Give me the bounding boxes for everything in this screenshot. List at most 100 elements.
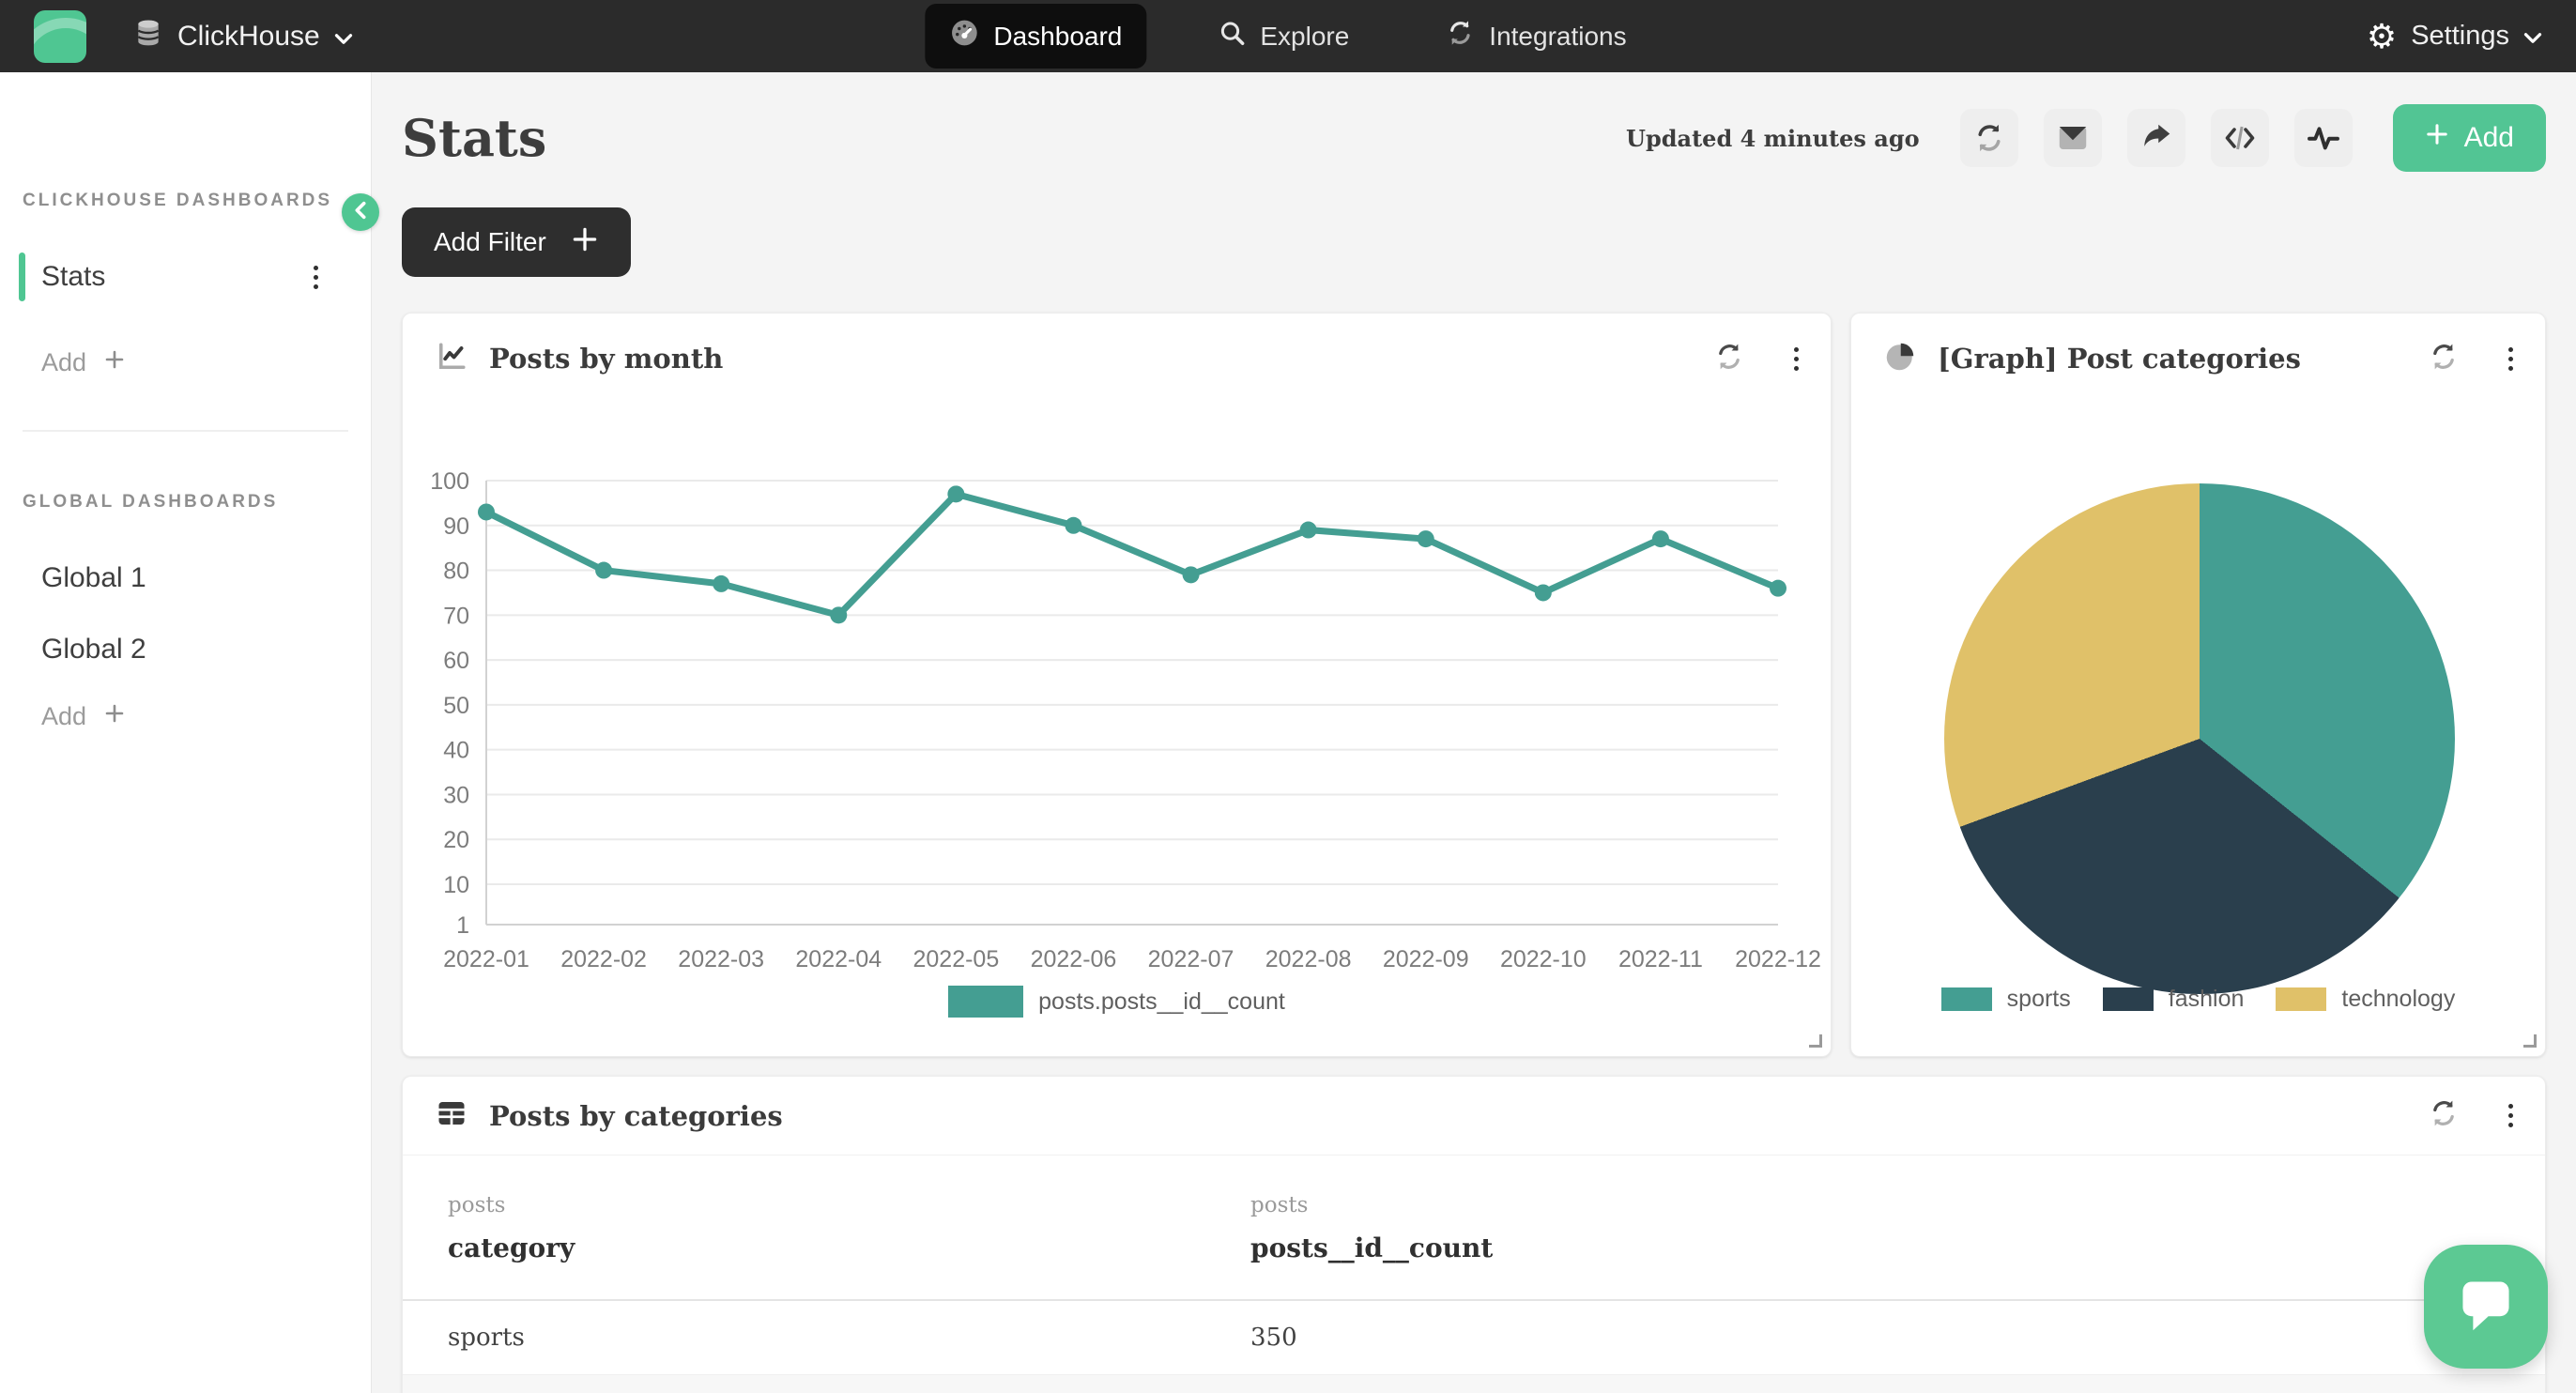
widget-posts-by-categories-table: Posts by categories postscategorypostspo…: [402, 1076, 2546, 1393]
table-row: sports350: [403, 1301, 2545, 1375]
legend-swatch: [1941, 987, 1992, 1011]
widget-kebab-menu[interactable]: [2508, 347, 2513, 371]
sidebar: CLICKHOUSE DASHBOARDS Stats Add GLOBAL D…: [0, 72, 372, 1393]
svg-text:100: 100: [430, 468, 469, 495]
widget-posts-by-month: Posts by month 1009080706050403020101202…: [402, 313, 1832, 1057]
connection-switcher[interactable]: ClickHouse: [133, 18, 353, 55]
svg-text:2022-08: 2022-08: [1265, 946, 1352, 972]
widget-kebab-menu[interactable]: [2508, 1104, 2513, 1127]
settings-menu[interactable]: ⚙ Settings: [2367, 20, 2542, 54]
refresh-widget-button[interactable]: [1713, 341, 1745, 377]
widget-title: Posts by month: [489, 343, 723, 375]
app-root: ClickHouse Dashboard Explore: [0, 0, 2576, 1393]
body-row: CLICKHOUSE DASHBOARDS Stats Add GLOBAL D…: [0, 72, 2576, 1393]
refresh-widget-button[interactable]: [2428, 1097, 2460, 1134]
widget-resize-handle[interactable]: [2523, 1034, 2537, 1048]
add-global-dashboard-button[interactable]: Add: [0, 702, 371, 731]
widget-header: Posts by categories: [403, 1077, 2545, 1156]
svg-text:2022-11: 2022-11: [1618, 946, 1703, 972]
sidebar-item-stats[interactable]: Stats: [0, 247, 371, 307]
svg-text:20: 20: [443, 827, 469, 853]
chat-widget-button[interactable]: [2424, 1245, 2548, 1369]
pie-chart-icon: [1883, 340, 1917, 378]
column-header: postscategory: [448, 1193, 1250, 1263]
plus-icon: [103, 702, 126, 731]
svg-text:80: 80: [443, 559, 469, 585]
table-column-headers: postscategorypostsposts__id__count: [403, 1156, 2545, 1301]
legend-label: sports: [2007, 986, 2071, 1013]
refresh-widget-button[interactable]: [2428, 341, 2460, 377]
svg-text:50: 50: [443, 693, 469, 719]
line-chart-icon: [435, 340, 468, 378]
widget-title: [Graph] Post categories: [1938, 343, 2301, 375]
svg-text:70: 70: [443, 603, 469, 629]
tab-label: Explore: [1260, 22, 1349, 52]
svg-text:2022-07: 2022-07: [1148, 946, 1234, 972]
widget-resize-handle[interactable]: [1809, 1034, 1822, 1048]
tab-dashboard[interactable]: Dashboard: [925, 4, 1146, 69]
add-filter-button[interactable]: Add Filter: [402, 207, 631, 277]
legend-label: technology: [2341, 986, 2455, 1013]
add-chart-button[interactable]: Add: [2393, 104, 2546, 172]
widget-kebab-menu[interactable]: [1794, 347, 1799, 371]
plus-icon: [103, 348, 126, 377]
tab-integrations[interactable]: Integrations: [1420, 4, 1650, 69]
add-dashboard-button[interactable]: Add: [0, 348, 371, 377]
legend-label: fashion: [2169, 986, 2245, 1013]
sync-icon: [1445, 18, 1475, 54]
svg-text:2022-03: 2022-03: [678, 946, 764, 972]
legend-swatch: [2103, 987, 2154, 1011]
pie-chart-canvas[interactable]: [1944, 483, 2455, 994]
legend-item-fashion: fashion: [2103, 986, 2245, 1013]
legend-item-sports: sports: [1941, 986, 2071, 1013]
svg-text:10: 10: [443, 872, 469, 898]
refresh-dashboard-button[interactable]: [1960, 109, 2018, 167]
email-report-button[interactable]: [2044, 109, 2102, 167]
active-indicator-bar: [19, 253, 25, 301]
embed-code-button[interactable]: [2211, 109, 2269, 167]
sidebar-item-global-2[interactable]: Global 2: [0, 620, 371, 680]
svg-text:1: 1: [456, 912, 469, 939]
main-content: Stats Updated 4 minutes ago: [372, 72, 2576, 1393]
add-button-label: Add: [2464, 122, 2514, 154]
chevron-down-icon: [2523, 21, 2542, 52]
svg-text:2022-05: 2022-05: [912, 946, 999, 972]
sidebar-item-label: Global 1: [41, 562, 146, 594]
sidebar-collapse-button[interactable]: [342, 193, 379, 231]
sidebar-item-label: Stats: [41, 261, 105, 293]
app-logo[interactable]: [34, 10, 86, 63]
gear-icon: ⚙: [2367, 20, 2397, 54]
brand-label: ClickHouse: [177, 21, 320, 53]
svg-text:2022-06: 2022-06: [1031, 946, 1117, 972]
line-chart-canvas[interactable]: 10090807060504030201012022-012022-022022…: [403, 404, 1832, 1004]
table-icon: [435, 1096, 468, 1135]
tab-label: Dashboard: [993, 22, 1122, 52]
widget-header: Posts by month: [403, 314, 1831, 404]
tab-explore[interactable]: Explore: [1193, 5, 1373, 68]
sidebar-item-global-1[interactable]: Global 1: [0, 548, 371, 608]
widget-header: [Graph] Post categories: [1851, 314, 2545, 404]
activity-monitor-button[interactable]: [2294, 109, 2353, 167]
pie-chart-legend: sports fashion technology: [1851, 986, 2545, 1013]
svg-text:2022-12: 2022-12: [1735, 946, 1821, 972]
table-body: sports350fashion330: [403, 1301, 2545, 1393]
tab-label: Integrations: [1489, 22, 1626, 52]
page-title: Stats: [402, 108, 546, 168]
add-filter-label: Add Filter: [434, 227, 546, 257]
legend-label: posts.posts__id__count: [1038, 988, 1285, 1016]
widgets-row: Posts by month 1009080706050403020101202…: [402, 313, 2546, 1057]
kebab-menu-icon[interactable]: [314, 266, 318, 289]
sidebar-divider: [23, 430, 348, 432]
svg-text:2022-01: 2022-01: [443, 946, 529, 972]
share-button[interactable]: [2127, 109, 2185, 167]
chevron-left-icon: [351, 200, 370, 225]
database-icon: [133, 18, 163, 55]
page-header: Stats Updated 4 minutes ago: [402, 104, 2546, 172]
top-navbar: ClickHouse Dashboard Explore: [0, 0, 2576, 72]
svg-text:2022-04: 2022-04: [795, 946, 882, 972]
chevron-down-icon: [334, 21, 353, 53]
updated-timestamp: Updated 4 minutes ago: [1626, 125, 1920, 152]
plus-icon: [571, 225, 599, 260]
plus-icon: [2425, 122, 2449, 154]
column-header: postsposts__id__count: [1250, 1193, 2545, 1263]
